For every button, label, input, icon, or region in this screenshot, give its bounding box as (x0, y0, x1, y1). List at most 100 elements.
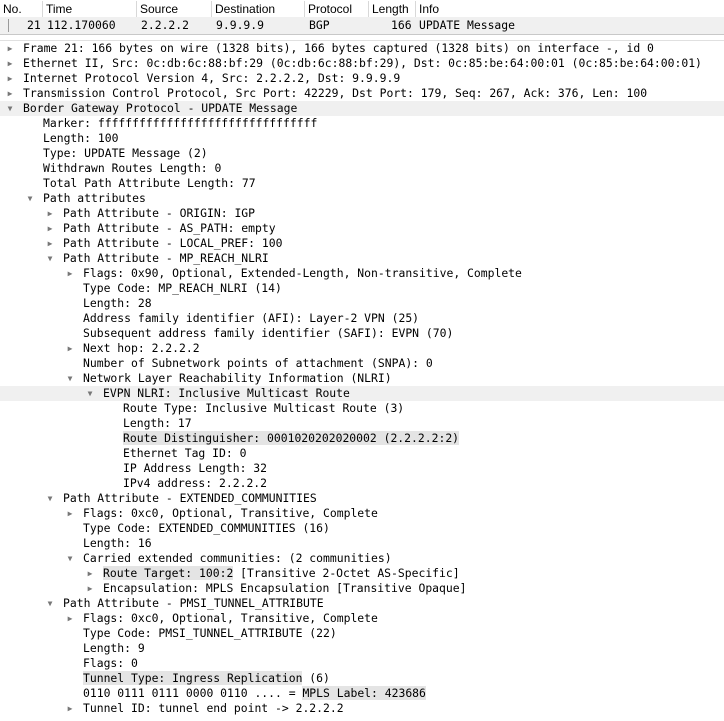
collapse-triangle-right-icon[interactable]: ▶ (45, 236, 55, 251)
detail-text: Type Code: PMSI_TUNNEL_ATTRIBUTE (22) (83, 626, 337, 640)
detail-row[interactable]: Address family identifier (AFI): Layer-2… (0, 311, 724, 326)
detail-row[interactable]: IPv4 address: 2.2.2.2 (0, 476, 724, 491)
detail-text: Internet Protocol Version 4, Src: 2.2.2.… (23, 71, 401, 85)
detail-text: Route Distinguisher: 0001020202020002 (2… (123, 431, 460, 446)
detail-row[interactable]: Total Path Attribute Length: 77 (0, 176, 724, 191)
detail-text: Flags: 0x90, Optional, Extended-Length, … (83, 266, 522, 280)
collapse-triangle-right-icon[interactable]: ▶ (5, 56, 15, 71)
detail-row[interactable]: ▼ Path Attribute - PMSI_TUNNEL_ATTRIBUTE (0, 596, 724, 611)
detail-row[interactable]: ▶ Ethernet II, Src: 0c:db:6c:88:bf:29 (0c… (0, 56, 724, 71)
column-header-info[interactable]: Info (416, 1, 724, 17)
collapse-triangle-right-icon[interactable]: ▶ (5, 71, 15, 86)
detail-row[interactable]: Length: 16 (0, 536, 724, 551)
detail-row[interactable]: Route Distinguisher: 0001020202020002 (2… (0, 431, 724, 446)
detail-text: Path Attribute - MP_REACH_NLRI (63, 251, 269, 265)
detail-row[interactable]: ▶ Tunnel ID: tunnel end point -> 2.2.2.2 (0, 701, 724, 716)
detail-row[interactable]: Length: 9 (0, 641, 724, 656)
detail-row[interactable]: ▶ Transmission Control Protocol, Src Port… (0, 86, 724, 101)
detail-row[interactable]: ▶ Path Attribute - AS_PATH: empty (0, 221, 724, 236)
detail-text: Marker: ffffffffffffffffffffffffffffffff (43, 116, 318, 130)
detail-row[interactable]: Subsequent address family identifier (SA… (0, 326, 724, 341)
collapse-triangle-right-icon[interactable]: ▶ (45, 206, 55, 221)
collapse-triangle-right-icon[interactable]: ▶ (65, 266, 75, 281)
detail-row[interactable]: Type Code: MP_REACH_NLRI (14) (0, 281, 724, 296)
expand-triangle-down-icon[interactable]: ▼ (65, 551, 75, 566)
column-header-length[interactable]: Length (369, 1, 416, 17)
expand-triangle-down-icon[interactable]: ▼ (25, 191, 35, 206)
detail-row[interactable]: ▶ Flags: 0x90, Optional, Extended-Length,… (0, 266, 724, 281)
expand-triangle-down-icon[interactable]: ▼ (45, 251, 55, 266)
column-header-no[interactable]: No. (0, 1, 43, 17)
expand-triangle-down-icon[interactable]: ▼ (5, 101, 15, 116)
detail-row[interactable]: Number of Subnetwork points of attachmen… (0, 356, 724, 371)
collapse-triangle-right-icon[interactable]: ▶ (85, 566, 95, 581)
field-highlight: Tunnel Type: Ingress Replication (83, 671, 303, 685)
collapse-triangle-right-icon[interactable]: ▶ (45, 221, 55, 236)
detail-text: IP Address Length: 32 (123, 461, 268, 475)
detail-row[interactable]: ▼ EVPN NLRI: Inclusive Multicast Route (0, 386, 724, 401)
detail-row[interactable]: Withdrawn Routes Length: 0 (0, 161, 724, 176)
detail-row[interactable]: ▶ Path Attribute - ORIGIN: IGP (0, 206, 724, 221)
detail-row[interactable]: ▼ Network Layer Reachability Information … (0, 371, 724, 386)
field-highlight: Route Distinguisher: 0001020202020002 (2… (123, 431, 460, 445)
detail-row[interactable]: Flags: 0 (0, 656, 724, 671)
detail-text: Flags: 0xc0, Optional, Transitive, Compl… (83, 506, 378, 520)
detail-text: 0110 0111 0111 0000 0110 .... = MPLS Lab… (83, 686, 426, 700)
detail-row[interactable]: ▶ Next hop: 2.2.2.2 (0, 341, 724, 356)
collapse-triangle-right-icon[interactable]: ▶ (65, 506, 75, 521)
detail-text: Path Attribute - ORIGIN: IGP (63, 206, 256, 220)
detail-row[interactable]: ▶ Flags: 0xc0, Optional, Transitive, Comp… (0, 506, 724, 521)
expand-triangle-down-icon[interactable]: ▼ (85, 386, 95, 401)
column-header-protocol[interactable]: Protocol (305, 1, 369, 17)
collapse-triangle-right-icon[interactable]: ▶ (65, 611, 75, 626)
detail-row[interactable]: ▼ Path Attribute - EXTENDED_COMMUNITIES (0, 491, 724, 506)
detail-row[interactable]: Route Type: Inclusive Multicast Route (3… (0, 401, 724, 416)
detail-row[interactable]: 0110 0111 0111 0000 0110 .... = MPLS Lab… (0, 686, 724, 701)
packet-info: UPDATE Message (419, 18, 516, 32)
detail-row[interactable]: ▶ Encapsulation: MPLS Encapsulation [Tran… (0, 581, 724, 596)
detail-row[interactable]: ▶ Flags: 0xc0, Optional, Transitive, Comp… (0, 611, 724, 626)
detail-row[interactable]: IP Address Length: 32 (0, 461, 724, 476)
collapse-triangle-right-icon[interactable]: ▶ (65, 701, 75, 716)
detail-row[interactable]: Tunnel Type: Ingress Replication (6) (0, 671, 724, 686)
packet-protocol: BGP (309, 18, 330, 32)
column-header-destination[interactable]: Destination (212, 1, 305, 17)
detail-text: Route Type: Inclusive Multicast Route (3… (123, 401, 405, 415)
detail-row[interactable]: ▼ Path attributes (0, 191, 724, 206)
detail-text: Subsequent address family identifier (SA… (83, 326, 454, 340)
detail-text: Length: 100 (43, 131, 119, 145)
collapse-triangle-right-icon[interactable]: ▶ (5, 86, 15, 101)
packet-time: 112.170060 (47, 18, 116, 32)
detail-row[interactable]: Length: 17 (0, 416, 724, 431)
detail-row[interactable]: ▼ Border Gateway Protocol - UPDATE Messag… (0, 101, 724, 116)
column-header-time[interactable]: Time (43, 1, 137, 17)
detail-row[interactable]: Type Code: PMSI_TUNNEL_ATTRIBUTE (22) (0, 626, 724, 641)
detail-row[interactable]: Ethernet Tag ID: 0 (0, 446, 724, 461)
collapse-triangle-right-icon[interactable]: ▶ (85, 581, 95, 596)
detail-row[interactable]: ▼ Path Attribute - MP_REACH_NLRI (0, 251, 724, 266)
detail-row[interactable]: ▶ Path Attribute - LOCAL_PREF: 100 (0, 236, 724, 251)
detail-row[interactable]: ▶ Frame 21: 166 bytes on wire (1328 bits)… (0, 41, 724, 56)
detail-text: Next hop: 2.2.2.2 (83, 341, 200, 355)
detail-text: Total Path Attribute Length: 77 (43, 176, 256, 190)
collapse-triangle-right-icon[interactable]: ▶ (5, 41, 15, 56)
packet-list-row[interactable]: 21 112.170060 2.2.2.2 9.9.9.9 BGP 166 UP… (0, 17, 724, 35)
expand-triangle-down-icon[interactable]: ▼ (45, 491, 55, 506)
detail-row[interactable]: Type Code: EXTENDED_COMMUNITIES (16) (0, 521, 724, 536)
expand-triangle-down-icon[interactable]: ▼ (65, 371, 75, 386)
detail-row[interactable]: Length: 28 (0, 296, 724, 311)
detail-text: Path Attribute - AS_PATH: empty (63, 221, 276, 235)
packet-source: 2.2.2.2 (141, 18, 190, 32)
detail-row[interactable]: ▶ Route Target: 100:2 [Transitive 2-Octet… (0, 566, 724, 581)
detail-row[interactable]: ▼ Carried extended communities: (2 commun… (0, 551, 724, 566)
expand-triangle-down-icon[interactable]: ▼ (45, 596, 55, 611)
collapse-triangle-right-icon[interactable]: ▶ (65, 341, 75, 356)
packet-no: 21 (27, 18, 41, 32)
detail-text: EVPN NLRI: Inclusive Multicast Route (103, 386, 350, 400)
detail-row[interactable]: ▶ Internet Protocol Version 4, Src: 2.2.2… (0, 71, 724, 86)
column-header-source[interactable]: Source (137, 1, 212, 17)
detail-row[interactable]: Length: 100 (0, 131, 724, 146)
detail-row[interactable]: Type: UPDATE Message (2) (0, 146, 724, 161)
detail-text: Type: UPDATE Message (2) (43, 146, 208, 160)
detail-row[interactable]: Marker: ffffffffffffffffffffffffffffffff (0, 116, 724, 131)
